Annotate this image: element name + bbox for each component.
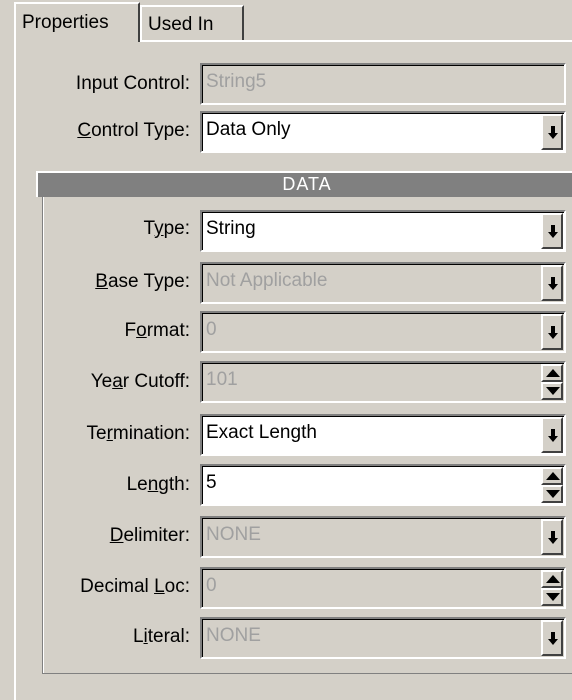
base-type-select: Not Applicable (200, 262, 566, 304)
type-label: Type: (143, 218, 190, 239)
type-value: String (206, 218, 256, 239)
chevron-down-icon (541, 519, 563, 555)
length-value: 5 (206, 472, 217, 493)
input-control-value: String5 (206, 71, 267, 92)
control-type-label: Control Type: (77, 120, 190, 141)
termination-label: Termination: (86, 423, 190, 444)
decimal-loc-label: Decimal Loc: (80, 576, 190, 597)
tab-used-in[interactable]: Used In (140, 5, 244, 41)
chevron-down-icon[interactable] (541, 417, 563, 453)
spin-up-icon (541, 364, 563, 382)
delimiter-label: Delimiter: (109, 525, 190, 546)
spin-down-icon (541, 588, 563, 606)
format-value: 0 (206, 319, 217, 340)
input-control-field: String5 (200, 63, 566, 105)
termination-value: Exact Length (206, 422, 317, 443)
spin-down-icon[interactable] (541, 485, 563, 503)
chevron-down-icon (541, 265, 563, 301)
delimiter-select: NONE (200, 516, 566, 558)
data-section-header: DATA (36, 171, 572, 197)
spin-up-icon (541, 570, 563, 588)
chevron-down-icon (541, 620, 563, 656)
delimiter-value: NONE (206, 524, 261, 545)
spin-down-icon (541, 382, 563, 400)
base-type-label: Base Type: (95, 271, 190, 292)
length-label: Length: (126, 474, 190, 495)
literal-select: NONE (200, 617, 566, 659)
length-spinner[interactable]: 5 (200, 464, 566, 506)
base-type-value: Not Applicable (206, 270, 328, 291)
chevron-down-icon (541, 314, 563, 350)
chevron-down-icon[interactable] (541, 213, 563, 249)
format-label: Format: (124, 320, 190, 341)
termination-select[interactable]: Exact Length (200, 414, 566, 456)
year-cutoff-spinner: 101 (200, 361, 566, 403)
control-type-value: Data Only (206, 119, 291, 140)
literal-value: NONE (206, 625, 261, 646)
spin-up-icon[interactable] (541, 467, 563, 485)
tab-properties-label: Properties (22, 12, 109, 33)
decimal-loc-spinner: 0 (200, 567, 566, 609)
type-select[interactable]: String (200, 210, 566, 252)
chevron-down-icon[interactable] (541, 114, 563, 150)
tab-used-in-label: Used In (148, 14, 214, 35)
decimal-loc-value: 0 (206, 575, 217, 596)
year-cutoff-label: Year Cutoff: (90, 371, 190, 392)
tab-properties[interactable]: Properties (14, 2, 140, 42)
literal-label: Literal: (132, 626, 190, 647)
input-control-label: Input Control: (75, 73, 190, 94)
year-cutoff-value: 101 (206, 369, 238, 390)
control-type-select[interactable]: Data Only (200, 111, 566, 153)
format-select: 0 (200, 311, 566, 353)
